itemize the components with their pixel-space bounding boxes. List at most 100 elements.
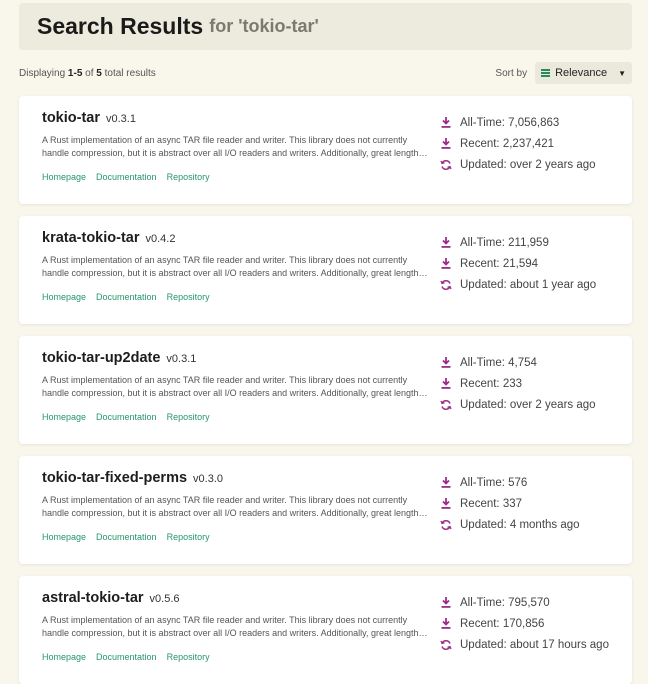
repository-link[interactable]: Repository	[167, 172, 210, 182]
refresh-icon	[439, 519, 453, 531]
all-time-downloads: All-Time: 7,056,863	[439, 112, 596, 133]
repository-link[interactable]: Repository	[167, 292, 210, 302]
crate-version: v0.3.1	[166, 353, 197, 365]
recent-downloads: Recent: 233	[439, 373, 596, 394]
results-list: tokio-tar v0.3.1 A Rust implementation o…	[19, 96, 632, 684]
documentation-link[interactable]: Documentation	[96, 292, 157, 302]
crate-description: A Rust implementation of an async TAR fi…	[42, 135, 424, 158]
list-icon	[541, 69, 551, 77]
recent-downloads: Recent: 170,856	[439, 613, 609, 634]
page-title: Search Results	[37, 13, 204, 39]
last-updated: Updated: about 17 hours ago	[439, 634, 609, 655]
recent-value: Recent: 233	[460, 377, 523, 390]
recent-value: Recent: 337	[460, 497, 523, 510]
last-updated: Updated: about 1 year ago	[439, 274, 596, 295]
crate-name-link[interactable]: tokio-tar-fixed-perms	[42, 470, 187, 486]
total-results-label: total results	[101, 67, 156, 79]
all-time-value: All-Time: 7,056,863	[460, 116, 560, 129]
recent-downloads: Recent: 337	[439, 493, 580, 514]
documentation-link[interactable]: Documentation	[96, 652, 157, 662]
refresh-icon	[439, 399, 453, 411]
documentation-link[interactable]: Documentation	[96, 412, 157, 422]
sort-value: Relevance	[555, 67, 608, 79]
all-time-downloads: All-Time: 4,754	[439, 352, 596, 373]
repository-link[interactable]: Repository	[167, 652, 210, 662]
all-time-value: All-Time: 576	[460, 476, 528, 489]
crate-card: tokio-tar-fixed-perms v0.3.0 A Rust impl…	[19, 456, 632, 564]
updated-value: Updated: about 17 hours ago	[460, 638, 609, 651]
displaying-label: Displaying	[19, 67, 68, 79]
repository-link[interactable]: Repository	[167, 532, 210, 542]
homepage-link[interactable]: Homepage	[42, 292, 86, 302]
crate-stats: All-Time: 576 Recent: 337 Updated: 4 mon…	[439, 472, 580, 535]
crate-stats: All-Time: 211,959 Recent: 21,594 Updated…	[439, 232, 596, 295]
homepage-link[interactable]: Homepage	[42, 172, 86, 182]
crate-version: v0.3.1	[106, 113, 136, 125]
crate-version: v0.5.6	[149, 593, 180, 605]
crate-card: astral-tokio-tar v0.5.6 A Rust implement…	[19, 576, 632, 684]
crate-name-link[interactable]: astral-tokio-tar	[42, 590, 144, 606]
crate-description: A Rust implementation of an async TAR fi…	[42, 615, 424, 638]
search-query: for 'tokio-tar'	[209, 16, 319, 36]
all-time-downloads: All-Time: 211,959	[439, 232, 596, 253]
all-time-value: All-Time: 795,570	[460, 596, 550, 609]
repository-link[interactable]: Repository	[167, 412, 210, 422]
download-icon	[439, 498, 453, 509]
recent-value: Recent: 2,237,421	[460, 137, 554, 150]
results-count: Displaying 1-5 of 5 total results	[19, 68, 156, 79]
refresh-icon	[439, 279, 453, 291]
all-time-downloads: All-Time: 576	[439, 472, 580, 493]
crate-description: A Rust implementation of an async TAR fi…	[42, 495, 424, 518]
last-updated: Updated: 4 months ago	[439, 514, 580, 535]
search-header: Search Results for 'tokio-tar'	[19, 3, 632, 50]
all-time-value: All-Time: 4,754	[460, 356, 537, 369]
updated-value: Updated: over 2 years ago	[460, 158, 596, 171]
crate-card: tokio-tar v0.3.1 A Rust implementation o…	[19, 96, 632, 204]
download-icon	[439, 477, 453, 488]
all-time-downloads: All-Time: 795,570	[439, 592, 609, 613]
download-icon	[439, 258, 453, 269]
download-icon	[439, 597, 453, 608]
recent-downloads: Recent: 2,237,421	[439, 133, 596, 154]
search-page: Search Results for 'tokio-tar' Displayin…	[0, 0, 648, 684]
download-icon	[439, 237, 453, 248]
last-updated: Updated: over 2 years ago	[439, 394, 596, 415]
homepage-link[interactable]: Homepage	[42, 412, 86, 422]
last-updated: Updated: over 2 years ago	[439, 154, 596, 175]
updated-value: Updated: about 1 year ago	[460, 278, 597, 291]
download-icon	[439, 618, 453, 629]
crate-description: A Rust implementation of an async TAR fi…	[42, 255, 424, 278]
download-icon	[439, 117, 453, 128]
crate-description: A Rust implementation of an async TAR fi…	[42, 375, 424, 398]
recent-value: Recent: 21,594	[460, 257, 539, 270]
all-time-value: All-Time: 211,959	[460, 236, 549, 249]
homepage-link[interactable]: Homepage	[42, 532, 86, 542]
results-range: 1-5	[67, 67, 83, 79]
sort-label: Sort by	[495, 67, 528, 79]
crate-name-link[interactable]: tokio-tar-up2date	[42, 350, 160, 366]
sort-dropdown[interactable]: Relevance ▼	[535, 62, 632, 84]
documentation-link[interactable]: Documentation	[96, 532, 157, 542]
caret-down-icon: ▼	[618, 68, 626, 78]
refresh-icon	[439, 639, 453, 651]
crate-name-link[interactable]: tokio-tar	[42, 110, 100, 126]
refresh-icon	[439, 159, 453, 171]
crate-version: v0.3.0	[193, 473, 223, 485]
homepage-link[interactable]: Homepage	[42, 652, 86, 662]
documentation-link[interactable]: Documentation	[96, 172, 157, 182]
updated-value: Updated: over 2 years ago	[460, 398, 596, 411]
crate-stats: All-Time: 795,570 Recent: 170,856 Update…	[439, 592, 609, 655]
crate-card: tokio-tar-up2date v0.3.1 A Rust implemen…	[19, 336, 632, 444]
of-label: of	[82, 67, 97, 79]
sort-control: Sort by Relevance ▼	[495, 62, 632, 84]
download-icon	[439, 357, 453, 368]
download-icon	[439, 138, 453, 149]
crate-name-link[interactable]: krata-tokio-tar	[42, 230, 140, 246]
recent-value: Recent: 170,856	[460, 617, 545, 630]
crate-version: v0.4.2	[145, 233, 176, 245]
download-icon	[439, 378, 453, 389]
results-toolbar: Displaying 1-5 of 5 total results Sort b…	[19, 61, 632, 85]
crate-stats: All-Time: 4,754 Recent: 233 Updated: ove…	[439, 352, 596, 415]
updated-value: Updated: 4 months ago	[460, 518, 580, 531]
crate-stats: All-Time: 7,056,863 Recent: 2,237,421 Up…	[439, 112, 596, 175]
